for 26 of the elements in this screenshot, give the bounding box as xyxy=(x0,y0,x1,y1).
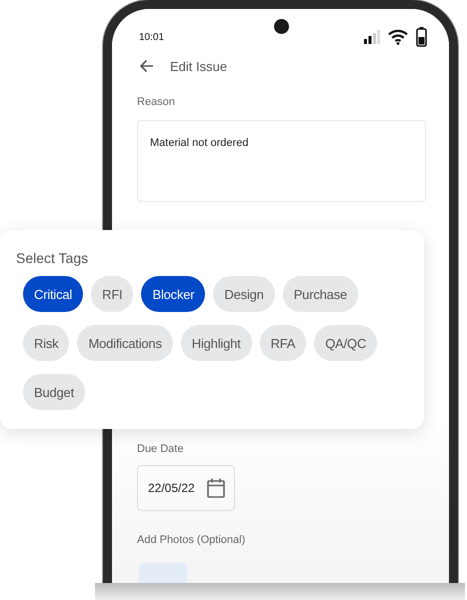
calendar-icon[interactable] xyxy=(207,478,225,498)
back-arrow-icon[interactable] xyxy=(139,59,154,73)
field-label: Due Date xyxy=(137,443,184,455)
status-time: 10:01 xyxy=(139,32,164,42)
battery-icon xyxy=(416,27,427,47)
tag-chip[interactable]: Modifications xyxy=(77,325,173,361)
reason-field[interactable]: Material not ordered xyxy=(137,120,426,202)
tag-chip[interactable]: Highlight xyxy=(180,325,252,361)
tag-chip[interactable]: Risk xyxy=(23,325,70,361)
tag-chip[interactable]: QA/QC xyxy=(314,325,378,361)
field-label: Reason xyxy=(137,96,176,108)
tag-chip[interactable]: Purchase xyxy=(282,276,358,312)
date-value: 22/05/22 xyxy=(148,481,195,495)
tag-chip[interactable]: Blocker xyxy=(141,276,206,312)
tag-chip[interactable]: RFA xyxy=(260,325,306,361)
card-title: Select Tags xyxy=(16,250,90,266)
tag-chip[interactable]: Budget xyxy=(23,374,86,410)
screen-title: Edit Issue xyxy=(170,58,228,74)
field-label: Add Photos (Optional) xyxy=(137,534,246,546)
tag-chip[interactable]: Design xyxy=(213,276,275,312)
wifi-icon xyxy=(388,29,408,45)
tag-chip[interactable]: RFI xyxy=(91,276,134,312)
tag-chip[interactable]: Critical xyxy=(23,276,84,312)
date-field[interactable]: 22/05/22 xyxy=(137,465,235,511)
camera-hole xyxy=(274,19,289,34)
signal-icon xyxy=(364,30,380,44)
